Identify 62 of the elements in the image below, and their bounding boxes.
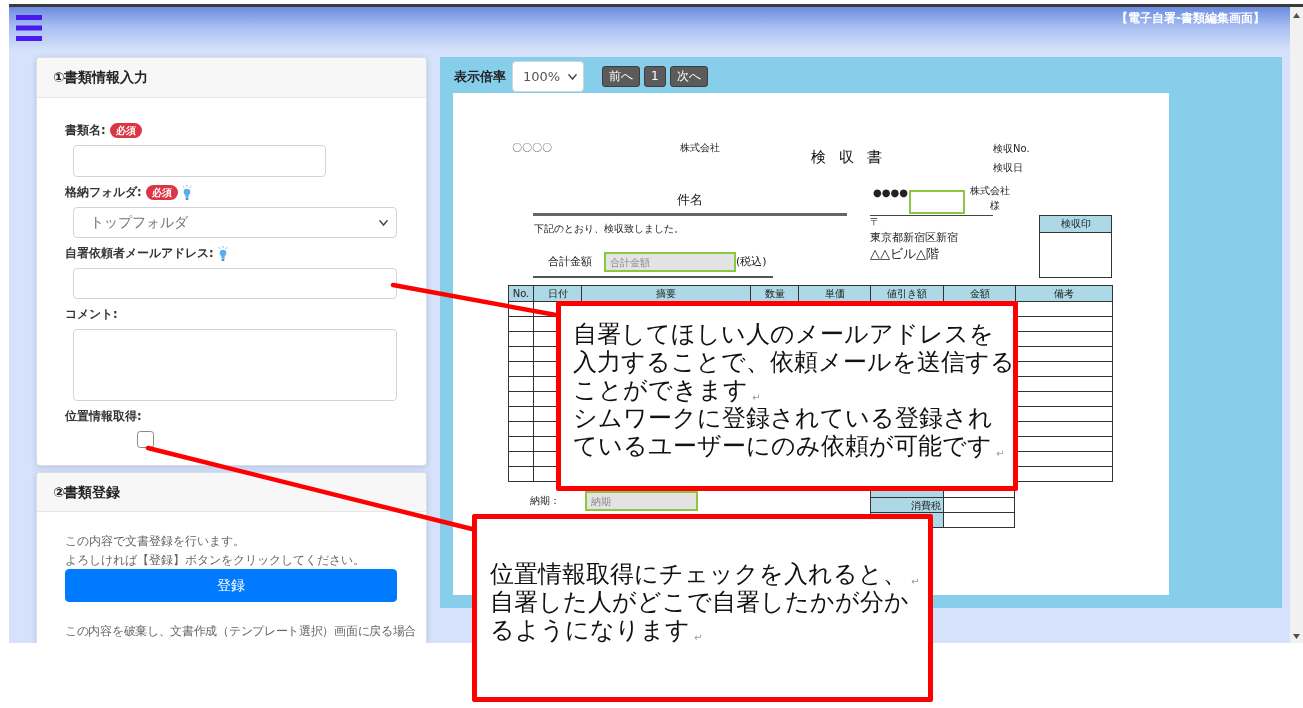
due-date-label: 納期：: [530, 494, 560, 508]
total-amount-field[interactable]: 合計金額: [604, 252, 736, 272]
tax-note: (税込): [736, 255, 767, 269]
scroll-down-arrow-icon[interactable]: [1293, 634, 1300, 639]
section-header: ②書類登録: [37, 473, 426, 512]
page-number-button[interactable]: 1: [644, 66, 666, 87]
address-line: 東京都新宿区新宿: [870, 230, 958, 246]
recipient-name: ●●●●: [873, 186, 908, 200]
field-label: 位置情報取得:: [65, 408, 142, 424]
column-header: 備考: [1015, 285, 1113, 302]
field-label: 格納フォルダ:: [65, 184, 142, 200]
company-suffix: 株式会社: [970, 185, 1010, 197]
stamp-label: 検収印: [1040, 216, 1111, 233]
postal-mark: 〒: [870, 216, 880, 228]
document-title: 検 収 書: [811, 148, 881, 166]
meta-label: 検収日: [993, 161, 1023, 175]
required-badge: 必須: [109, 122, 142, 138]
folder-select[interactable]: トップフォルダ: [73, 207, 397, 238]
comment-field[interactable]: [73, 329, 397, 401]
statement-text: 下記のとおり、検収致しました。: [534, 222, 684, 236]
address-line: △△ビル△階: [870, 246, 939, 262]
scrollbar[interactable]: [1290, 7, 1303, 643]
subject-label: 件名: [677, 191, 703, 209]
column-header: 単価: [798, 285, 871, 302]
scroll-up-arrow-icon[interactable]: [1293, 13, 1300, 18]
caret-icon: [379, 219, 388, 226]
location-checkbox[interactable]: [137, 431, 154, 448]
previous-page-button[interactable]: 前へ: [602, 66, 640, 87]
email-field[interactable]: [73, 268, 397, 299]
column-header: 金額: [943, 285, 1016, 302]
field-label: コメント:: [65, 306, 118, 322]
register-button[interactable]: 登録: [65, 569, 397, 602]
caret-icon: [568, 73, 577, 80]
lightbulb-icon[interactable]: [217, 245, 228, 261]
meta-label: 検収No.: [993, 142, 1030, 156]
info-text: この内容を破棄し、文書作成（テンプレート選択）画面に戻る場合: [65, 623, 416, 640]
required-badge: 必須: [145, 184, 178, 200]
company-name: 〇〇〇〇: [512, 141, 552, 155]
info-text: この内容で文書登録を行います。: [65, 533, 245, 550]
callout-text: 自署してほしい人のメールアドレスを 入力することで、依頼メールを送信する ことができます$_{↵}$ シムワークに登録されている登録され ているユーザーにのみ依頼が可能です$_{↵}$: [573, 320, 1015, 460]
menu-icon[interactable]: [16, 15, 42, 41]
section-header: ①書類情報入力: [37, 58, 426, 98]
due-date-field[interactable]: 納期: [585, 491, 698, 511]
recipient-field[interactable]: [909, 190, 965, 214]
field-label: 書類名:: [65, 122, 106, 138]
total-label: 合計金額: [548, 255, 592, 269]
honorific: 様: [990, 200, 1000, 212]
column-header: 値引き額: [870, 285, 944, 302]
column-header: No.: [508, 285, 534, 302]
document-name-field[interactable]: [73, 145, 326, 177]
column-header: 日付: [533, 285, 582, 302]
info-text: よろしければ【登録】ボタンをクリックしてください。: [65, 552, 365, 569]
company-suffix: 株式会社: [680, 141, 720, 155]
lightbulb-icon[interactable]: [181, 184, 192, 200]
field-label: 自署依頼者メールアドレス:: [65, 245, 214, 261]
callout-text: 位置情報取得にチェックを入れると、$_{↵}$ 自署した人がどこで自署したかが分か るようになります$_{↵}$: [490, 560, 920, 644]
column-header: 数量: [750, 285, 799, 302]
zoom-label: 表示倍率: [454, 67, 506, 86]
page-title: 【電子自署-書類編集画面】: [1116, 11, 1265, 25]
zoom-select[interactable]: 100%: [512, 61, 584, 92]
next-page-button[interactable]: 次へ: [669, 66, 708, 87]
column-header: 摘要: [581, 285, 751, 302]
